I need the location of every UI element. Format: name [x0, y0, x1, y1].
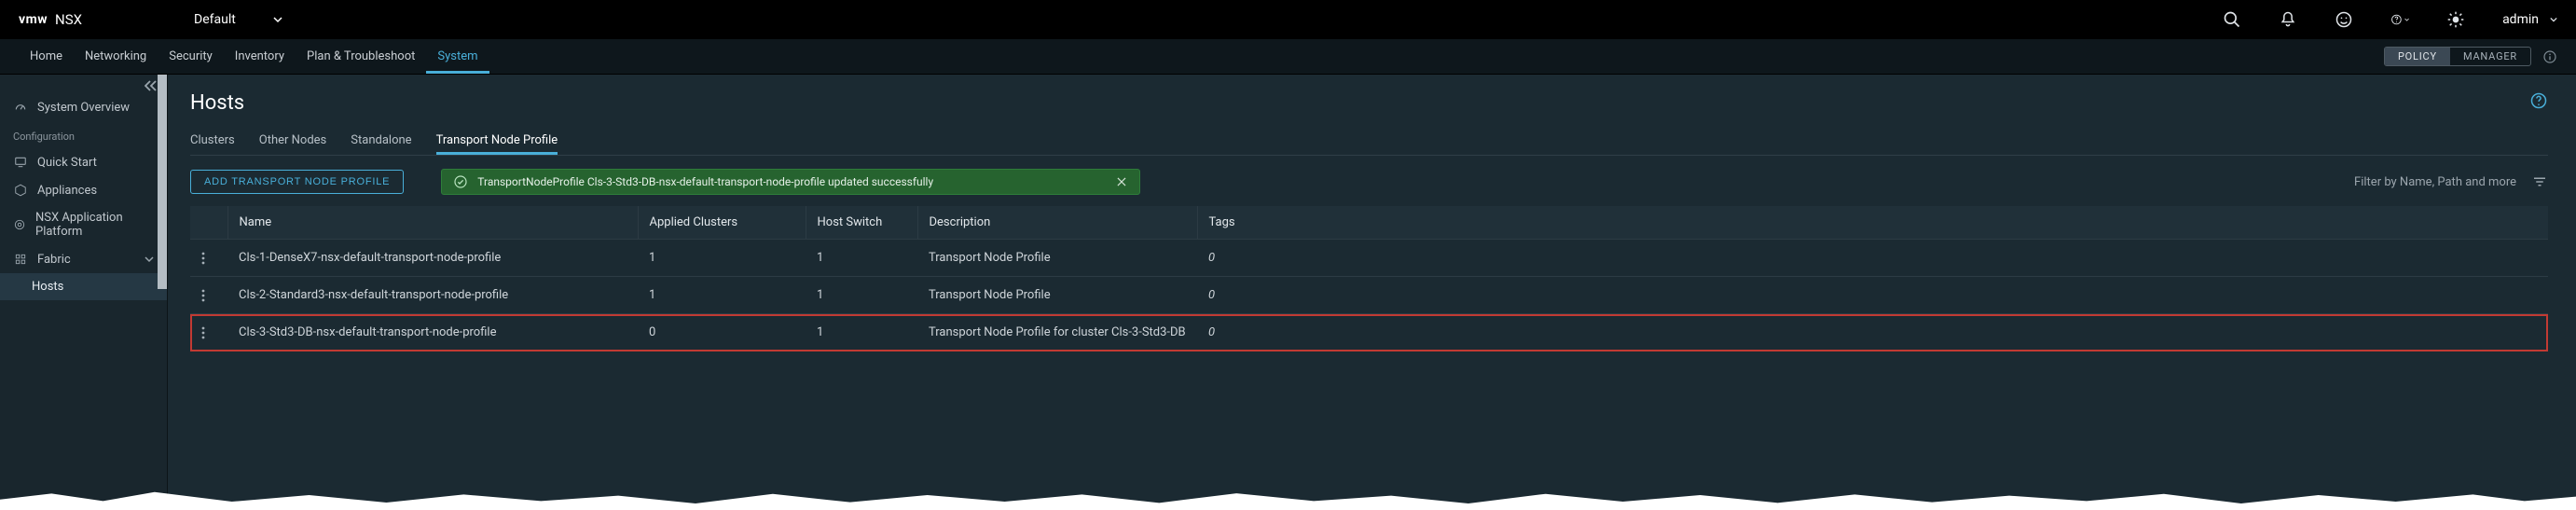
cell-description: Transport Node Profile for cluster Cls-3…: [917, 314, 1197, 351]
info-icon[interactable]: [2542, 49, 2557, 64]
col-description[interactable]: Description: [917, 206, 1197, 240]
chevron-down-icon: [273, 15, 282, 24]
bell-icon[interactable]: [2279, 10, 2297, 29]
nav-networking[interactable]: Networking: [74, 39, 158, 74]
sidebar-item-appliances[interactable]: Appliances: [0, 176, 167, 204]
check-circle-icon: [453, 174, 468, 189]
sidebar-scrollbar[interactable]: [158, 75, 167, 289]
cell-tags: 0: [1197, 277, 2548, 314]
tab-standalone[interactable]: Standalone: [351, 126, 411, 155]
row-actions-icon[interactable]: [190, 277, 227, 314]
banner-text: TransportNodeProfile Cls-3-Std3-DB-nsx-d…: [477, 175, 933, 188]
user-menu[interactable]: admin: [2502, 12, 2557, 27]
environment-selector[interactable]: Default: [194, 12, 282, 27]
col-name[interactable]: Name: [227, 206, 638, 240]
grid-icon: [13, 252, 28, 267]
sidebar-item-label: NSX Application Platform: [35, 211, 154, 239]
monitor-icon: [13, 155, 28, 170]
sidebar: System Overview Configuration Quick Star…: [0, 75, 168, 510]
col-tags[interactable]: Tags: [1197, 206, 2548, 240]
table-row[interactable]: Cls-3-Std3-DB-nsx-default-transport-node…: [190, 314, 2548, 351]
help-icon[interactable]: [2390, 10, 2409, 29]
search-icon[interactable]: [2223, 10, 2241, 29]
nav-system[interactable]: System: [426, 39, 489, 74]
success-banner: TransportNodeProfile Cls-3-Std3-DB-nsx-d…: [441, 169, 1140, 195]
product-name: NSX: [55, 11, 82, 28]
sidebar-item-label: Fabric: [37, 253, 71, 267]
mode-toggle: POLICY MANAGER: [2384, 47, 2531, 66]
nav-security[interactable]: Security: [158, 39, 224, 74]
cube-icon: [13, 183, 28, 198]
sidebar-item-label: Hosts: [32, 280, 63, 294]
cell-host-switch[interactable]: 1: [806, 240, 917, 277]
sidebar-item-quick-start[interactable]: Quick Start: [0, 148, 167, 176]
collapse-sidebar[interactable]: [0, 75, 167, 93]
tab-other-nodes[interactable]: Other Nodes: [259, 126, 327, 155]
mode-policy[interactable]: POLICY: [2385, 48, 2450, 65]
row-actions-icon[interactable]: [190, 314, 227, 351]
cell-tags: 0: [1197, 314, 2548, 351]
cell-description: Transport Node Profile: [917, 240, 1197, 277]
sidebar-item-hosts[interactable]: Hosts: [0, 273, 167, 300]
col-applied-clusters[interactable]: Applied Clusters: [638, 206, 806, 240]
close-icon[interactable]: [1115, 175, 1128, 188]
chevron-down-icon: [145, 255, 154, 264]
cell-name: Cls-1-DenseX7-nsx-default-transport-node…: [227, 240, 638, 277]
nav-plan-troubleshoot[interactable]: Plan & Troubleshoot: [296, 39, 426, 74]
add-transport-node-profile-button[interactable]: ADD TRANSPORT NODE PROFILE: [190, 170, 404, 194]
cell-name: Cls-3-Std3-DB-nsx-default-transport-node…: [227, 314, 638, 351]
target-icon: [13, 217, 26, 232]
tab-clusters[interactable]: Clusters: [190, 126, 235, 155]
gauge-icon: [13, 100, 28, 115]
table-row[interactable]: Cls-2-Standard3-nsx-default-transport-no…: [190, 277, 2548, 314]
tab-transport-node-profile[interactable]: Transport Node Profile: [436, 126, 558, 155]
col-menu: [190, 206, 227, 240]
table-row[interactable]: Cls-1-DenseX7-nsx-default-transport-node…: [190, 240, 2548, 277]
filter-input[interactable]: Filter by Name, Path and more: [2354, 175, 2516, 189]
cell-name: Cls-2-Standard3-nsx-default-transport-no…: [227, 277, 638, 314]
sidebar-item-nsx-app-platform[interactable]: NSX Application Platform: [0, 204, 167, 245]
smile-icon[interactable]: [2335, 10, 2353, 29]
mode-manager[interactable]: MANAGER: [2450, 48, 2530, 65]
sidebar-item-label: Appliances: [37, 184, 97, 198]
row-actions-icon[interactable]: [190, 240, 227, 277]
user-name: admin: [2502, 12, 2539, 27]
sidebar-item-label: Quick Start: [37, 156, 97, 170]
filter-icon[interactable]: [2531, 173, 2548, 190]
nav-inventory[interactable]: Inventory: [224, 39, 296, 74]
page-help-icon[interactable]: [2529, 91, 2548, 110]
nav-home[interactable]: Home: [19, 39, 74, 74]
sun-icon[interactable]: [2446, 10, 2465, 29]
cell-applied-clusters: 0: [638, 314, 806, 351]
page-title: Hosts: [190, 91, 2548, 115]
cell-applied-clusters[interactable]: 1: [638, 277, 806, 314]
brand-block: vmw NSX: [19, 11, 82, 28]
sidebar-section-configuration: Configuration: [0, 121, 167, 148]
chevron-down-icon: [2550, 16, 2557, 23]
cell-host-switch[interactable]: 1: [806, 314, 917, 351]
sidebar-system-overview[interactable]: System Overview: [0, 93, 167, 121]
sidebar-item-fabric[interactable]: Fabric: [0, 245, 167, 273]
cell-tags: 0: [1197, 240, 2548, 277]
cell-description: Transport Node Profile: [917, 277, 1197, 314]
vmw-logo: vmw: [19, 12, 48, 27]
cell-host-switch[interactable]: 1: [806, 277, 917, 314]
sidebar-item-label: System Overview: [37, 101, 130, 115]
environment-label: Default: [194, 12, 236, 27]
cell-applied-clusters[interactable]: 1: [638, 240, 806, 277]
col-host-switch[interactable]: Host Switch: [806, 206, 917, 240]
